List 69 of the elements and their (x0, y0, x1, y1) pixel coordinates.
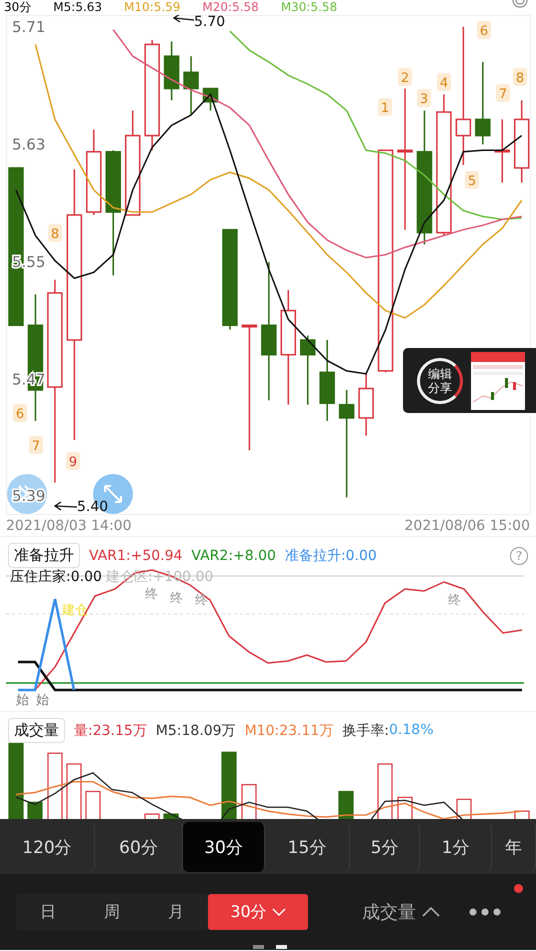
volume-bar (377, 763, 393, 819)
volume-bar (47, 752, 63, 819)
indicator-value: VAR1:+50.94 (89, 548, 182, 564)
high-price-label: 5.70 (194, 15, 226, 30)
volume-bar (241, 784, 257, 819)
arrow-icon (54, 501, 78, 511)
signal-label: 终 (170, 591, 183, 606)
volume-value: M10:23.11万 (244, 722, 334, 740)
period-tab[interactable]: 5分 (350, 822, 420, 872)
signal-label: 终 (448, 593, 461, 608)
signal-tag: 7 (29, 436, 43, 454)
period-tab[interactable]: 年 (492, 822, 536, 872)
indicator-value: 准备拉升:0.00 (284, 546, 377, 564)
signal-tag: 6 (477, 21, 491, 39)
period-tab[interactable]: 日 (16, 894, 80, 930)
low-price-label: 5.40 (77, 499, 108, 515)
volume-bar (66, 763, 82, 819)
legend-value: M20:5.58 (202, 0, 259, 14)
volume-value: 0.18% (389, 722, 434, 740)
volume-bar (221, 752, 237, 819)
signal-tag: 5 (465, 171, 479, 189)
more-icon[interactable] (468, 907, 502, 917)
volume-value: 换手率: (342, 722, 390, 740)
signal-tag: 7 (496, 84, 510, 102)
signal-tag: 8 (48, 224, 62, 242)
chevron-down-icon (272, 908, 286, 916)
end-date: 2021/08/06 15:00 (404, 518, 530, 534)
volume-bar (456, 798, 472, 819)
period-tab[interactable]: 1分 (420, 822, 492, 872)
volume-value: M5:18.09万 (156, 722, 236, 740)
period-label: 30分 (4, 0, 32, 14)
signal-tag: 4 (437, 73, 451, 91)
period-dropdown[interactable]: 30分 (208, 894, 308, 930)
indicator-value: VAR2:+8.00 (191, 548, 276, 564)
signal-label: 终 (145, 587, 158, 602)
indicator-value: 压住庄家:0.00 (10, 568, 102, 586)
legend-value: M5:5.63 (53, 0, 102, 14)
signal-label: 始 (36, 693, 49, 708)
signal-tag: 3 (417, 89, 431, 107)
legend-value: M30:5.58 (280, 0, 338, 14)
legend-value: M10:5.59 (124, 0, 180, 14)
price-label: 5.63 (12, 135, 46, 154)
period-tab[interactable]: 周 (80, 894, 144, 930)
period-tab[interactable]: 120分 (0, 822, 95, 872)
signal-label: 终 (195, 593, 208, 608)
price-label: 5.71 (12, 18, 46, 36)
period-tab[interactable]: 15分 (265, 822, 350, 872)
signal-tag: 1 (378, 98, 392, 116)
signal-label: 始 (16, 693, 29, 708)
period-tab[interactable]: 月 (144, 894, 208, 930)
volume-bar (338, 790, 354, 819)
volume-bar (85, 790, 101, 819)
edit-share-button[interactable]: 编辑 分享 (417, 358, 463, 404)
price-label: 5.47 (12, 370, 46, 389)
volume-bar (27, 802, 43, 819)
signal-tag: 9 (66, 452, 80, 470)
arrow-icon (172, 15, 194, 23)
indicator-button[interactable]: 准备拉升 (8, 543, 80, 568)
volume-button[interactable]: 成交量 (8, 718, 65, 743)
signal-tag: 2 (398, 68, 412, 86)
period-tab[interactable]: 30分 (183, 822, 265, 872)
volume-toggle[interactable]: 成交量 (362, 900, 440, 924)
share-popup[interactable]: 编辑 分享 (403, 348, 536, 413)
signal-label: 建仓 (62, 603, 88, 618)
volume-value: 量:23.15万 (74, 722, 147, 740)
chevron-up-icon (422, 907, 440, 917)
start-date: 2021/08/03 14:00 (6, 518, 132, 534)
signal-tag: 8 (513, 68, 527, 86)
signal-tag: 6 (13, 404, 27, 422)
